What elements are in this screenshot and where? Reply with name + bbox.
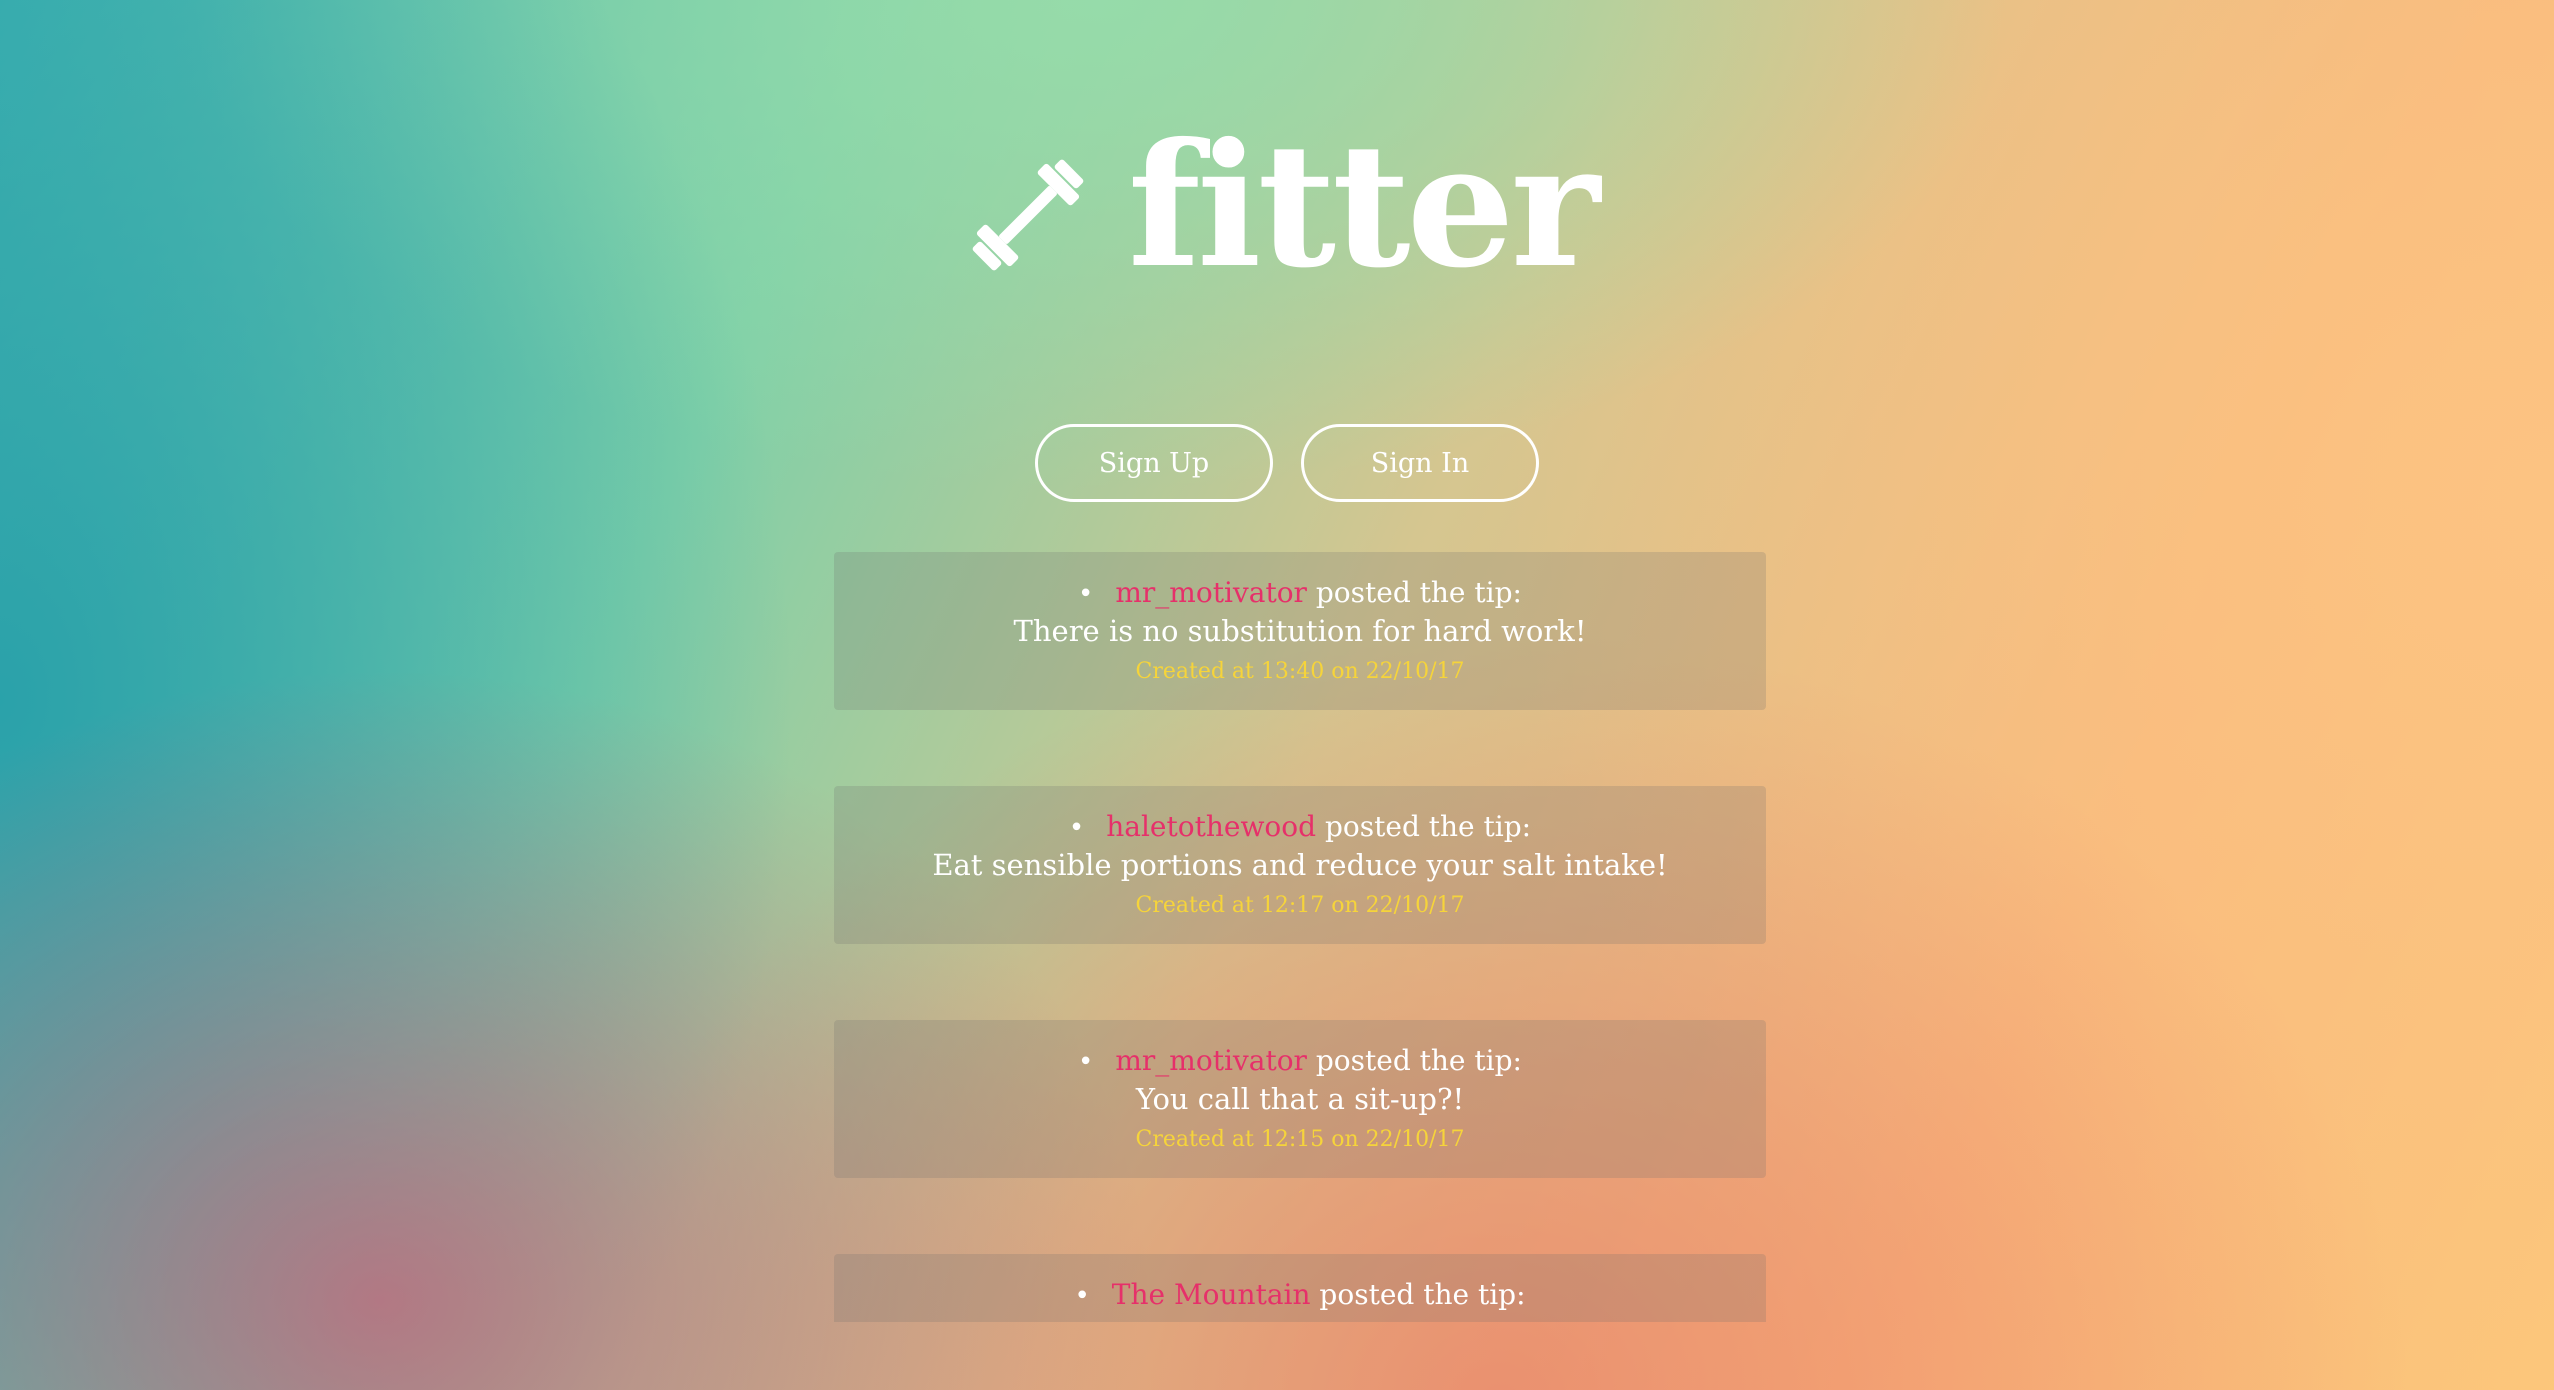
bullet-icon: •	[1068, 813, 1085, 843]
tips-list: • mr_motivator posted the tip: There is n…	[834, 552, 1766, 1322]
tip-action: posted the tip:	[1319, 1278, 1526, 1311]
tip-username[interactable]: haletothewood	[1106, 810, 1316, 843]
tip-action: posted the tip:	[1324, 810, 1532, 843]
tip-text: You call that a sit-up?!	[1135, 1082, 1465, 1116]
tip-text: There is no substitution for hard work!	[1013, 614, 1587, 648]
tip-card: • mr_motivator posted the tip: There is n…	[834, 552, 1766, 710]
tip-action: posted the tip:	[1315, 1044, 1522, 1077]
tip-header: • haletothewood posted the tip:	[834, 810, 1766, 845]
tip-timestamp: Created at 13:40 on 22/10/17	[1135, 659, 1465, 684]
tip-action: posted the tip:	[1315, 576, 1522, 609]
bullet-icon: •	[1078, 579, 1094, 609]
sign-up-button[interactable]: Sign Up	[1035, 424, 1273, 502]
tip-card: • mr_motivator posted the tip: You call t…	[834, 1020, 1766, 1178]
tip-username[interactable]: The Mountain	[1112, 1278, 1311, 1311]
bullet-icon: •	[1074, 1281, 1090, 1311]
brand-name: fitter	[1127, 106, 1600, 306]
auth-buttons: Sign Up Sign In	[0, 424, 2554, 502]
tip-username[interactable]: mr_motivator	[1115, 576, 1307, 609]
tip-timestamp: Created at 12:17 on 22/10/17	[1135, 893, 1465, 918]
bullet-icon: •	[1078, 1047, 1094, 1077]
dumbbell-icon	[972, 159, 1084, 271]
tip-card: • The Mountain posted the tip:	[834, 1254, 1766, 1322]
tip-header: • mr_motivator posted the tip:	[834, 1044, 1766, 1079]
tip-header: • The Mountain posted the tip:	[834, 1278, 1766, 1313]
tip-text: Eat sensible portions and reduce your sa…	[932, 848, 1668, 882]
logo: fitter	[0, 121, 2554, 300]
tip-timestamp: Created at 12:15 on 22/10/17	[1135, 1127, 1465, 1152]
tip-card: • haletothewood posted the tip: Eat sensi…	[834, 786, 1766, 944]
sign-in-button[interactable]: Sign In	[1301, 424, 1539, 502]
tip-username[interactable]: mr_motivator	[1115, 1044, 1307, 1077]
tip-header: • mr_motivator posted the tip:	[834, 576, 1766, 611]
